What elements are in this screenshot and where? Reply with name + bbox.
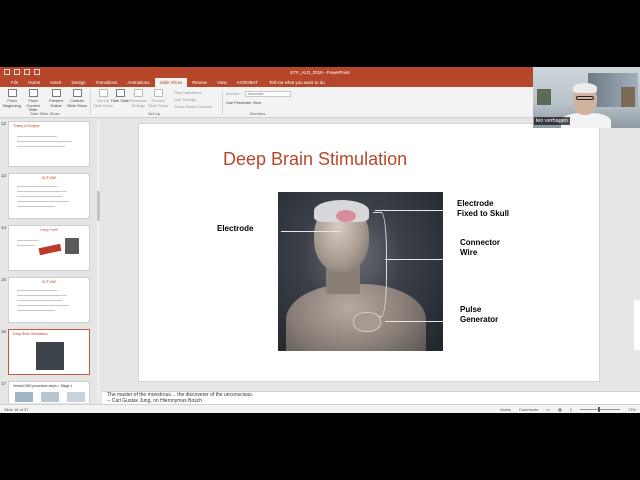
thumbnail-title: Hurry Fred! xyxy=(40,228,58,232)
thumbnail-photo xyxy=(36,342,64,370)
zoom-level[interactable]: 72% xyxy=(628,407,636,412)
zoom-slider[interactable] xyxy=(579,407,620,412)
fixed-callout-line xyxy=(375,210,443,211)
from-beginning-button[interactable]: From Beginning xyxy=(2,89,22,108)
tab-review[interactable]: Review xyxy=(187,78,212,87)
edge-strip xyxy=(634,300,640,350)
tab-view[interactable]: View xyxy=(212,78,232,87)
thumbnail-number: 16 xyxy=(1,329,7,334)
thumbnail-image: Hurry Fred! xyxy=(8,225,90,271)
webcam-participant-name: leo verhagen xyxy=(534,117,570,125)
thumbnail-image-selected: Deep Brain Stimulation xyxy=(8,329,90,375)
monitor-select[interactable]: Automatic xyxy=(245,91,291,97)
from-current-slide-button[interactable]: From Current Slide xyxy=(23,89,43,113)
thumbnail-title: OUTLINE xyxy=(41,176,57,180)
stopwatch-icon xyxy=(133,89,143,97)
group-divider xyxy=(90,90,91,115)
tab-animations[interactable]: Animations xyxy=(122,78,154,87)
thumbnail-number: 13 xyxy=(1,173,7,178)
monitor-label: Monitor: xyxy=(226,91,241,96)
custom-slide-show-button[interactable]: Custom Slide Show xyxy=(67,89,87,108)
slide-editing-area: Deep Brain Stimulation Electrode Electro… xyxy=(102,119,640,391)
thumbnail-image: OUTLINE xyxy=(8,173,90,219)
present-online-button[interactable]: Present Online xyxy=(46,89,66,108)
group-label-monitors: Monitors xyxy=(250,111,266,116)
hide-slide-icon xyxy=(115,89,125,97)
thumbnail-title: OUTLINE xyxy=(41,280,57,284)
label-pulse-generator[interactable]: Pulse Generator xyxy=(460,305,498,325)
thumbnail-title: Ventral DBS procedure steps > Stage 1 xyxy=(13,384,73,388)
brain-target-highlight xyxy=(336,210,356,222)
thumbnail-title: Timing of Surgery xyxy=(13,124,40,128)
slideshow-play-icon xyxy=(7,89,17,97)
thumbnail-image: Ventral DBS procedure steps > Stage 1 xyxy=(8,381,90,403)
label-connector-wire[interactable]: Connector Wire xyxy=(460,238,500,258)
thumbnail-title: Deep Brain Stimulation xyxy=(13,332,48,336)
reading-view-icon[interactable]: ▯ xyxy=(570,407,572,412)
thumbnail-number: 14 xyxy=(1,225,7,230)
tell-me-search[interactable]: Tell me what you want to do xyxy=(269,80,325,85)
thumbnail-number: 12 xyxy=(1,121,7,126)
slide-title[interactable]: Deep Brain Stimulation xyxy=(223,149,407,170)
speaker-notes-pane[interactable]: The master of the monstrous… the discove… xyxy=(102,391,640,404)
tab-insert[interactable]: Insert xyxy=(45,78,66,87)
rehearse-timings-button[interactable]: Rehearse Timings xyxy=(128,89,148,108)
approved-stamp-image xyxy=(38,243,62,256)
webcam-video: leo verhagen xyxy=(533,67,640,128)
tab-acrobat[interactable]: ACROBAT xyxy=(232,78,263,87)
connector-wire-drawing xyxy=(373,212,387,317)
slide-counter: Slide 16 of 37 xyxy=(4,407,29,412)
status-bar: Slide 16 of 37 Notes Comments ▭ ▦ ▯ 72% xyxy=(0,404,640,413)
thumbnail-photo xyxy=(65,238,79,254)
screen: ETF_ALD_2019 - PowerPoint File Home Inse… xyxy=(0,0,640,480)
comments-toggle-button[interactable]: Comments xyxy=(519,407,538,412)
normal-view-icon[interactable]: ▭ xyxy=(546,407,550,412)
dbs-patient-photo[interactable] xyxy=(278,192,443,351)
play-narrations-checkbox[interactable]: Play Narrations xyxy=(174,90,201,95)
tab-slide-show[interactable]: Slide Show xyxy=(154,78,188,87)
electrode-callout-line xyxy=(281,231,341,232)
use-timings-checkbox[interactable]: Use Timings xyxy=(174,97,196,102)
pulse-generator-drawing xyxy=(353,312,381,332)
record-icon xyxy=(153,89,163,97)
present-online-icon xyxy=(51,89,61,97)
pulse-callout-line xyxy=(385,321,443,322)
slide-sorter-icon[interactable]: ▦ xyxy=(558,407,562,412)
group-label-setup: Set Up xyxy=(148,111,161,116)
custom-show-icon xyxy=(72,89,82,97)
group-label-start: Start Slide Show xyxy=(30,111,60,116)
current-slide[interactable]: Deep Brain Stimulation Electrode Electro… xyxy=(138,123,600,382)
label-electrode[interactable]: Electrode xyxy=(217,224,253,234)
tab-transitions[interactable]: Transitions xyxy=(91,78,123,87)
tab-home[interactable]: Home xyxy=(23,78,45,87)
hide-slide-button[interactable]: Hide Slide xyxy=(110,89,130,104)
thumbnail-scrollbar[interactable] xyxy=(97,121,100,401)
connector-callout-line xyxy=(385,259,443,260)
slide-thumbnail-pane: 12 Timing of Surgery 13 OUTLINE 14 Hurry… xyxy=(0,119,102,403)
slideshow-current-icon xyxy=(28,89,38,97)
setup-icon xyxy=(98,89,108,97)
label-electrode-fixed[interactable]: Electrode Fixed to Skull xyxy=(457,199,509,219)
thumbnail-image: Timing of Surgery xyxy=(8,121,90,167)
use-presenter-view-checkbox[interactable]: Use Presenter View xyxy=(226,100,261,105)
group-divider xyxy=(222,90,223,115)
tab-file[interactable]: File xyxy=(6,78,23,87)
notes-toggle-button[interactable]: Notes xyxy=(500,407,510,412)
record-slide-show-button[interactable]: Record Slide Show xyxy=(148,89,168,108)
thumbnail-number: 17 xyxy=(1,381,7,386)
show-media-controls-checkbox[interactable]: Show Media Controls xyxy=(174,104,212,109)
thumbnail-number: 15 xyxy=(1,277,7,282)
tab-design[interactable]: Design xyxy=(67,78,91,87)
thumbnail-image: OUTLINE xyxy=(8,277,90,323)
